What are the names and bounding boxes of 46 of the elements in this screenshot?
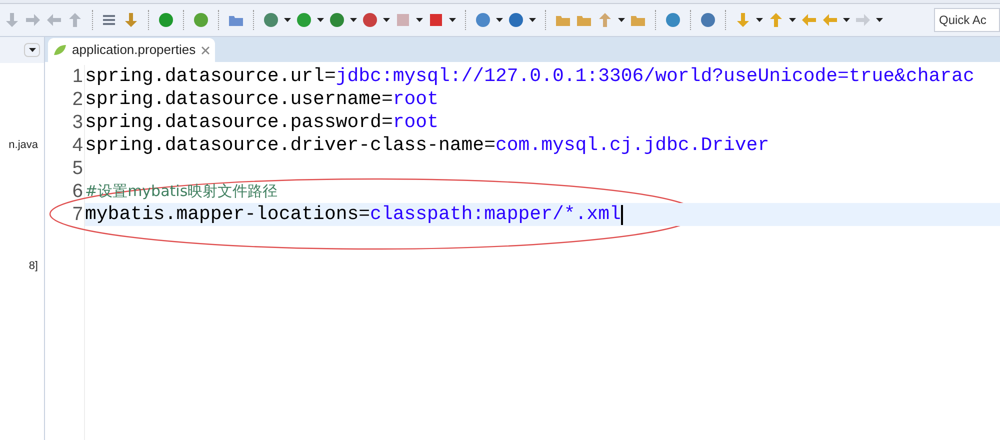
quick-access-field[interactable]: Quick Ac (934, 8, 1000, 32)
line-number: 7 (72, 203, 83, 226)
dropdown-caret-icon[interactable] (789, 18, 796, 22)
code-text: mybatis.mapper-locations= (85, 203, 370, 226)
arrow-up-icon[interactable] (768, 12, 784, 28)
code-text: com.mysql.cj.jdbc.Driver (495, 134, 770, 157)
arrow-down-icon[interactable] (735, 12, 751, 28)
code-text: root (392, 88, 438, 111)
tree-item[interactable]: 8] (28, 258, 44, 274)
step-filter-icon[interactable] (123, 12, 139, 28)
dropdown-caret-icon[interactable] (529, 18, 536, 22)
line-number: 3 (72, 111, 83, 134)
dropdown-caret-icon[interactable] (756, 18, 763, 22)
code-text: spring.datasource.password= (85, 111, 393, 134)
close-icon[interactable] (200, 46, 210, 54)
code-text: spring.datasource.username= (85, 88, 393, 111)
list-icon[interactable] (102, 12, 118, 28)
dropdown-caret-icon[interactable] (416, 18, 423, 22)
dropdown-caret-icon[interactable] (843, 18, 850, 22)
tree-item[interactable]: n.java (8, 137, 44, 154)
code-text: spring.datasource.driver-class-name= (85, 134, 496, 157)
dropdown-caret-icon[interactable] (350, 18, 357, 22)
dropdown-caret-icon[interactable] (496, 18, 503, 22)
line-number: 2 (72, 88, 83, 111)
line-number: 6 (72, 180, 83, 203)
dropdown-caret-icon[interactable] (876, 18, 883, 22)
view-menu-icon[interactable] (24, 43, 40, 57)
back-icon[interactable] (801, 12, 817, 28)
code-text: jdbc:mysql://127.0.0.1:3306/world?useUnicode=true&charac (336, 65, 974, 88)
code-text: root (392, 111, 438, 134)
line-number: 1 (72, 65, 83, 88)
leaf-icon (53, 44, 67, 56)
line-number: 5 (72, 157, 83, 180)
dropdown-caret-icon[interactable] (284, 18, 291, 22)
dropdown-caret-icon[interactable] (317, 18, 324, 22)
code-text: classpath:mapper/*.xml (370, 203, 621, 226)
dropdown-caret-icon[interactable] (28, 48, 36, 52)
dropdown-caret-icon[interactable] (449, 18, 456, 22)
launch-icon[interactable] (428, 12, 444, 28)
dropdown-caret-icon[interactable] (618, 18, 625, 22)
text-cursor (620, 204, 623, 224)
editor-tab[interactable]: application.properties (48, 38, 215, 62)
back-icon[interactable] (822, 12, 838, 28)
line-number: 4 (72, 134, 83, 157)
dropdown-caret-icon[interactable] (383, 18, 390, 22)
code-text: spring.datasource.url= (85, 65, 336, 88)
